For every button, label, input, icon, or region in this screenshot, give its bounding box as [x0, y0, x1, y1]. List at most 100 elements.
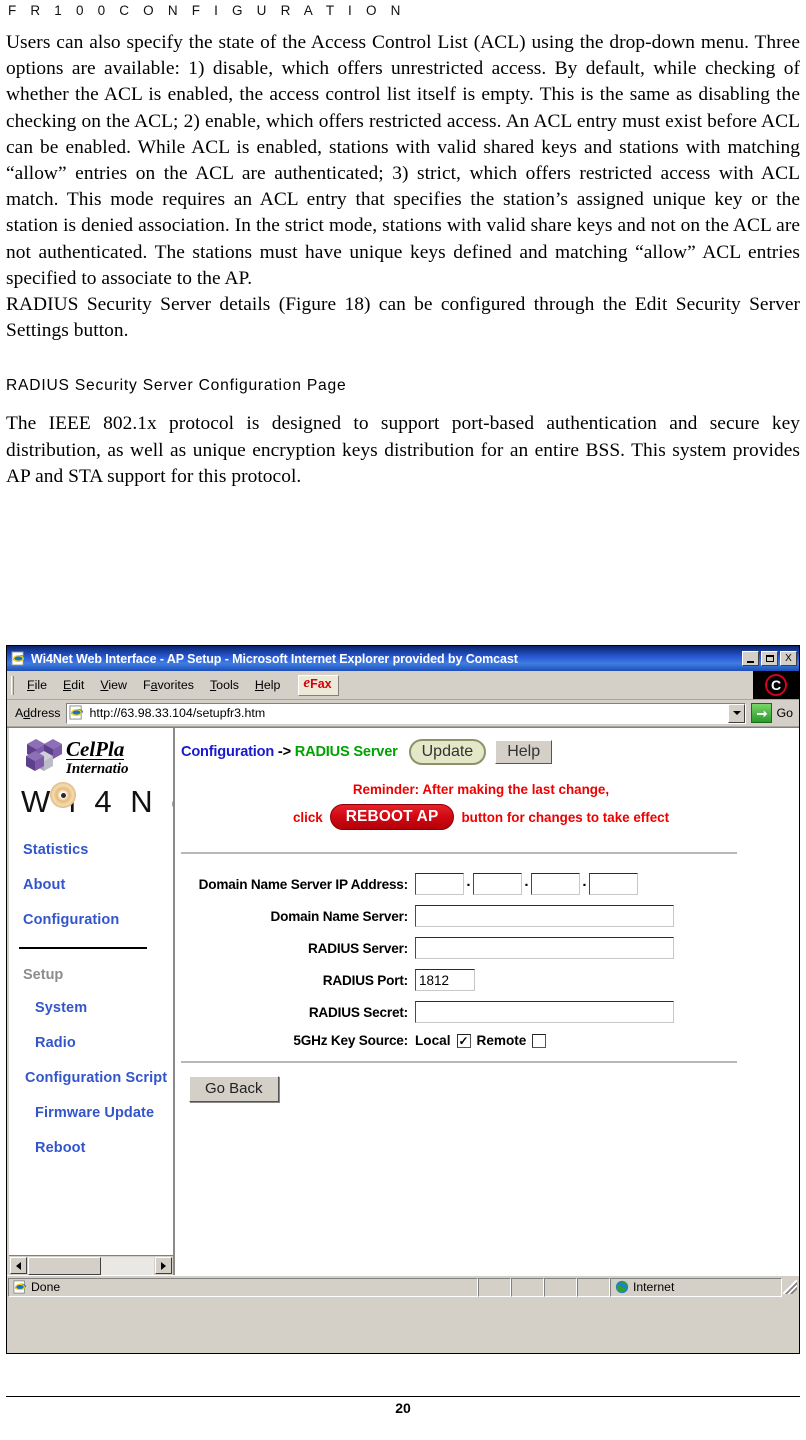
- scroll-left-button[interactable]: [10, 1257, 27, 1274]
- label-radius-server: RADIUS Server:: [308, 940, 408, 956]
- go-button[interactable]: ➞ Go: [751, 703, 797, 723]
- status-pane-2: [511, 1277, 544, 1297]
- form-row-radius-secret: RADIUS Secret:: [175, 1001, 799, 1023]
- scroll-right-button[interactable]: [155, 1257, 172, 1274]
- nav-secondary-list: System Radio: [35, 1000, 173, 1051]
- nav-item-configuration-script[interactable]: Configuration Script: [25, 1070, 173, 1086]
- ip-separator-2: .: [524, 872, 529, 890]
- ip-separator-3: .: [582, 872, 587, 890]
- section-subheading: RADIUS Security Server Configuration Pag…: [6, 377, 347, 395]
- menu-view[interactable]: View: [92, 676, 135, 694]
- scrollbar-thumb[interactable]: [28, 1256, 101, 1275]
- page-number: 20: [395, 1400, 411, 1416]
- address-label: Address: [15, 706, 61, 720]
- minimize-button[interactable]: [742, 651, 759, 666]
- breadcrumb-arrow: ->: [274, 744, 295, 760]
- reminder-suffix: button for changes to take effect: [461, 809, 670, 825]
- menu-favorites[interactable]: Favorites: [135, 676, 202, 694]
- status-text: Done: [31, 1280, 61, 1294]
- address-input[interactable]: http://63.98.33.104/setupfr3.htm: [66, 702, 747, 724]
- menu-tools[interactable]: Tools: [202, 676, 247, 694]
- chevron-down-icon: [732, 711, 741, 715]
- divider-bottom: [181, 1061, 737, 1063]
- label-key-source: 5GHz Key Source:: [293, 1033, 408, 1048]
- efax-label: Fax: [310, 677, 332, 692]
- antenna-signal-icon: [50, 782, 76, 808]
- page-toolbar: Configuration -> RADIUS Server Update He…: [175, 728, 799, 765]
- security-zone-text: Internet: [633, 1280, 675, 1294]
- dns-ip-octet-4[interactable]: [589, 873, 638, 895]
- menu-help[interactable]: Help: [247, 676, 289, 694]
- divider-top: [181, 852, 737, 854]
- reboot-ap-button[interactable]: REBOOT AP: [329, 804, 455, 830]
- security-zone-pane[interactable]: Internet: [610, 1277, 782, 1297]
- ip-separator-1: .: [466, 872, 471, 890]
- breadcrumb-section: Configuration: [181, 744, 275, 760]
- logo-product-text: W i 4 N e: [21, 784, 173, 819]
- form-row-dns-name: Domain Name Server:: [175, 905, 799, 927]
- key-source-options: Local ✓ Remote: [415, 1033, 552, 1048]
- radius-server-input[interactable]: [415, 937, 674, 959]
- resize-grip[interactable]: [783, 1280, 797, 1294]
- document-page: F R 1 0 0 C O N F I G U R A T I O N User…: [0, 0, 806, 1440]
- efax-toolbar-button[interactable]: e Fax: [298, 674, 339, 696]
- nav-item-system[interactable]: System: [35, 1000, 173, 1016]
- form-row-radius-port: RADIUS Port: 1812: [175, 969, 799, 991]
- nav-frame-horizontal-scrollbar[interactable]: [9, 1255, 173, 1275]
- radius-form: Domain Name Server IP Address: . . . Dom…: [175, 873, 799, 1048]
- dns-ip-octet-3[interactable]: [531, 873, 580, 895]
- form-row-radius-server: RADIUS Server:: [175, 937, 799, 959]
- nav-item-statistics[interactable]: Statistics: [23, 842, 173, 858]
- nav-frame-inner: CelPla Internatio W i 4 N e Statistics A…: [9, 728, 173, 1255]
- dns-ip-octet-2[interactable]: [473, 873, 522, 895]
- running-header: F R 1 0 0 C O N F I G U R A T I O N: [8, 3, 406, 18]
- nav-item-firmware-update[interactable]: Firmware Update: [35, 1105, 173, 1121]
- maximize-button[interactable]: [761, 651, 778, 666]
- triangle-left-icon: [16, 1261, 21, 1270]
- radius-secret-input[interactable]: [415, 1001, 674, 1023]
- dns-name-input[interactable]: [415, 905, 674, 927]
- triangle-right-icon: [161, 1261, 166, 1270]
- nav-item-configuration[interactable]: Configuration: [23, 912, 173, 928]
- label-radius-secret: RADIUS Secret:: [308, 1004, 408, 1020]
- radius-port-input[interactable]: 1812: [415, 969, 475, 991]
- label-remote: Remote: [476, 1033, 527, 1048]
- label-radius-port: RADIUS Port:: [322, 972, 408, 988]
- browser-addressbar: Address http://63.98.33.104/setupfr3.htm…: [7, 700, 799, 727]
- nav-item-radio[interactable]: Radio: [35, 1035, 173, 1051]
- nav-item-reboot[interactable]: Reboot: [35, 1140, 173, 1156]
- checkbox-remote[interactable]: [532, 1033, 547, 1048]
- checkbox-local[interactable]: ✓: [456, 1033, 471, 1048]
- breadcrumb: Configuration -> RADIUS Server: [181, 744, 398, 760]
- menu-file[interactable]: File: [19, 676, 55, 694]
- nav-item-about[interactable]: About: [23, 877, 173, 893]
- internet-explorer-icon: [11, 650, 27, 667]
- main-frame: Configuration -> RADIUS Server Update He…: [175, 728, 799, 1275]
- reminder-line-2: click REBOOT AP button for changes to ta…: [175, 804, 787, 830]
- nav-primary-list: Statistics About Configuration: [9, 828, 173, 928]
- label-dns-ip: Domain Name Server IP Address:: [198, 876, 409, 892]
- comcast-brand-badge: C: [753, 671, 799, 699]
- scrollbar-track[interactable]: [101, 1256, 154, 1275]
- address-dropdown-button[interactable]: [728, 703, 746, 723]
- nav-secondary-list-3: Firmware Update Reboot: [35, 1105, 173, 1156]
- browser-content: CelPla Internatio W i 4 N e Statistics A…: [7, 727, 799, 1275]
- nav-divider: [19, 947, 147, 949]
- paragraph-radius-intro: RADIUS Security Server details (Figure 1…: [6, 294, 800, 342]
- dns-ip-octet-1[interactable]: [415, 873, 464, 895]
- help-button[interactable]: Help: [495, 740, 553, 764]
- go-label: Go: [776, 706, 793, 720]
- status-pane-1: [478, 1277, 511, 1297]
- breadcrumb-page: RADIUS Server: [294, 744, 398, 760]
- logo-company-suffix: Internatio: [66, 761, 129, 777]
- goback-wrapper: Go Back: [175, 1076, 799, 1102]
- form-row-key-source: 5GHz Key Source: Local ✓ Remote: [175, 1033, 799, 1048]
- update-button[interactable]: Update: [408, 739, 487, 765]
- menu-edit[interactable]: Edit: [55, 676, 92, 694]
- status-left-pane: Done: [8, 1277, 478, 1297]
- status-pane-4: [577, 1277, 610, 1297]
- go-back-button[interactable]: Go Back: [189, 1076, 279, 1102]
- menubar-grip[interactable]: [11, 675, 14, 695]
- close-button[interactable]: X: [780, 651, 797, 666]
- arrow-right-icon: ➞: [751, 703, 773, 723]
